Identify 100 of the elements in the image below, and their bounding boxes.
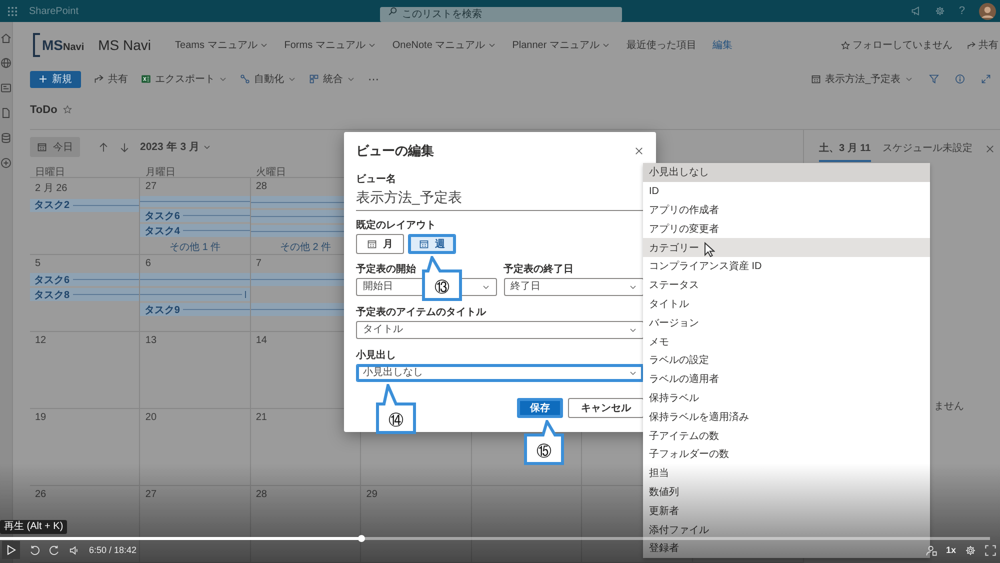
layout-button[interactable]: 週 <box>408 234 456 254</box>
follow-button[interactable]: フォローしていません <box>840 38 953 52</box>
day-number: 19 <box>34 411 48 426</box>
day-cell[interactable]: 6 タスク9 <box>140 255 251 332</box>
add-circle-icon[interactable] <box>0 157 12 169</box>
speed-button[interactable]: 1x <box>946 545 956 555</box>
filter-icon[interactable] <box>928 74 939 84</box>
fullscreen-icon[interactable] <box>985 544 996 556</box>
dropdown-option[interactable]: コンプライアンス資産 ID <box>643 256 930 276</box>
arrow-up-icon[interactable] <box>98 142 109 153</box>
dropdown-option[interactable]: 登録者 <box>643 538 930 558</box>
close-icon[interactable] <box>984 144 995 154</box>
dropdown-option[interactable]: 子アイテムの数 <box>643 426 930 445</box>
database-icon[interactable] <box>0 132 12 144</box>
toolbar-button[interactable]: 統合 <box>309 72 355 86</box>
day-cell[interactable]: 19 <box>30 409 140 486</box>
event-bar[interactable]: タスク9 <box>140 303 250 316</box>
dropdown-option[interactable]: 保持ラベルを適用済み <box>643 407 930 426</box>
news-icon[interactable] <box>0 82 12 94</box>
dropdown-field[interactable]: 小見出しなし <box>356 364 644 382</box>
nav-link[interactable]: Teams マニュアル <box>175 38 268 52</box>
event-bar[interactable]: タスク4 <box>140 224 250 238</box>
dropdown-option[interactable]: 担当 <box>643 464 930 483</box>
dropdown-option[interactable]: アプリの作成者 <box>643 200 930 220</box>
forward-icon[interactable] <box>49 544 60 556</box>
cancel-button[interactable]: キャンセル <box>568 398 644 418</box>
site-title[interactable]: MS Navi <box>98 37 152 53</box>
info-icon[interactable] <box>954 74 965 84</box>
day-cell[interactable]: 20 <box>140 409 251 486</box>
empty-message: ません <box>934 400 965 413</box>
progress-track[interactable] <box>0 537 990 540</box>
globe-icon[interactable] <box>0 57 12 69</box>
day-cell[interactable]: 27 タスク6 タスク4 その他 1 件 <box>140 178 251 254</box>
more-link[interactable]: その他 2 件 <box>280 240 332 254</box>
event-bar[interactable]: タスク2 <box>30 198 140 212</box>
avatar-icon[interactable] <box>979 2 996 20</box>
month-picker[interactable]: 2023 年 3 月 <box>140 140 211 154</box>
dropdown-option[interactable]: メモ <box>643 332 930 351</box>
layout-button[interactable]: 月 <box>356 234 404 254</box>
save-button[interactable]: 保存 <box>517 398 563 418</box>
play-button[interactable] <box>2 541 20 559</box>
more-link[interactable]: その他 1 件 <box>170 240 221 254</box>
rewind-icon[interactable] <box>29 544 40 556</box>
dropdown-option[interactable]: ステータス <box>643 276 930 295</box>
today-button[interactable]: 今日 <box>30 137 80 158</box>
nav-link[interactable]: Planner マニュアル <box>512 38 610 52</box>
search-field[interactable]: このリストを検索 <box>380 6 622 22</box>
day-cell[interactable]: 13 <box>140 332 251 408</box>
chevron-icon <box>629 283 637 291</box>
day-number: 12 <box>34 334 48 348</box>
event-bar[interactable]: タスク6 <box>30 273 140 286</box>
progress-handle[interactable] <box>358 535 366 542</box>
dropdown-field[interactable]: タイトル <box>356 321 644 339</box>
dropdown-option[interactable]: カテゴリー <box>643 238 930 257</box>
dropdown-option[interactable]: バージョン <box>643 313 930 332</box>
volume-icon[interactable] <box>69 544 80 556</box>
star-icon[interactable] <box>63 105 72 114</box>
nav-link[interactable]: OneNote マニュアル <box>392 38 496 52</box>
toolbar-button[interactable]: 自動化 <box>240 72 296 86</box>
toolbar-button[interactable]: 共有 <box>94 72 128 86</box>
dropdown-field[interactable]: 終了日 <box>504 278 644 296</box>
dialog-title: ビューの編集 <box>356 142 434 160</box>
dropdown-option[interactable]: ラベルの設定 <box>643 350 930 370</box>
dropdown-option[interactable]: 更新者 <box>643 501 930 520</box>
settings-icon[interactable] <box>934 6 945 16</box>
captions-icon[interactable] <box>926 544 937 556</box>
dropdown-option[interactable]: 保持ラベル <box>643 388 930 408</box>
nav-link[interactable]: 最近使った項目 <box>626 38 696 52</box>
arrow-down-icon[interactable] <box>119 142 130 153</box>
help-button[interactable]: ? <box>958 5 965 17</box>
pane-tab[interactable]: スケジュール未設定 <box>882 140 973 162</box>
expand-icon[interactable] <box>980 74 991 84</box>
event-bar[interactable]: タスク8 <box>30 288 140 302</box>
share-button[interactable]: 共有 <box>966 38 999 52</box>
file-icon[interactable] <box>0 107 12 119</box>
nav-link[interactable]: Forms マニュアル <box>284 38 376 52</box>
toolbar-button[interactable]: エクスポート <box>141 72 227 86</box>
dropdown-option[interactable]: タイトル <box>643 294 930 314</box>
day-number: 27 <box>144 488 158 502</box>
day-cell[interactable]: 12 <box>30 332 140 408</box>
dropdown-option[interactable]: 子フォルダーの数 <box>643 444 930 464</box>
dropdown-option[interactable]: 小見出しなし <box>643 163 930 182</box>
app-launcher-icon[interactable] <box>8 6 17 16</box>
new-button[interactable]: 新規 <box>30 70 81 88</box>
nav-link[interactable]: 編集 <box>712 38 732 52</box>
dropdown-option[interactable]: アプリの変更者 <box>643 219 930 238</box>
dropdown-option[interactable]: 添付ファイル <box>643 520 930 539</box>
megaphone-icon[interactable] <box>910 6 921 16</box>
event-bar[interactable]: タスク6 <box>140 209 250 222</box>
dropdown-option[interactable]: 数値列 <box>643 482 930 502</box>
view-selector[interactable]: 表示方法_予定表 <box>811 72 913 86</box>
day-cell[interactable]: 2 月 26 タスク2 <box>30 178 140 254</box>
chevron-icon <box>260 41 268 49</box>
close-icon[interactable] <box>634 146 644 156</box>
more-button[interactable]: ⋯ <box>368 72 379 86</box>
day-number: 29 <box>365 488 378 502</box>
home-icon[interactable] <box>0 32 12 44</box>
day-cell[interactable]: 5 タスク6 タスク8 <box>30 255 140 332</box>
dropdown-option[interactable]: ID <box>643 182 930 201</box>
dropdown-option[interactable]: ラベルの適用者 <box>643 370 930 389</box>
